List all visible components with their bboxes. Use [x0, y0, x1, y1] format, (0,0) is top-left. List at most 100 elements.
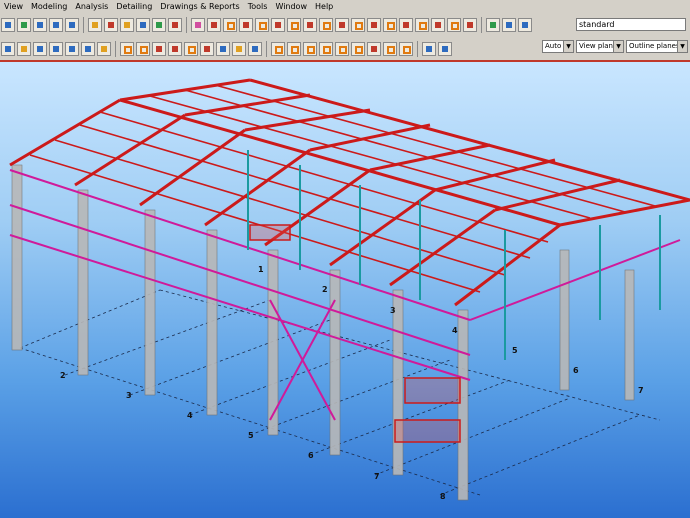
combine-icon[interactable]: [351, 17, 365, 32]
grid-label: 2: [60, 371, 66, 380]
select-weld-icon[interactable]: [49, 41, 63, 56]
grid-labels-back: 1 2 3 4 5 6 7: [258, 265, 644, 395]
menu-help[interactable]: Help: [311, 2, 337, 11]
display-select[interactable]: Outline planes ▼: [626, 40, 688, 53]
menu-modeling[interactable]: Modeling: [27, 2, 71, 11]
snap-center-icon[interactable]: [168, 41, 182, 56]
snap-angle-icon[interactable]: [383, 41, 397, 56]
menu-tools[interactable]: Tools: [244, 2, 272, 11]
grid-label: 7: [638, 386, 644, 395]
menu-bar: View Modeling Analysis Detailing Drawing…: [0, 0, 690, 12]
grid-label: 1: [258, 265, 264, 274]
numbering-icon[interactable]: [223, 17, 237, 32]
selection-mode-select[interactable]: Auto ▼: [542, 40, 574, 53]
view-name-field[interactable]: standard: [576, 18, 686, 31]
grid-label: 6: [308, 451, 314, 460]
chamfer-icon[interactable]: [367, 17, 381, 32]
view-icon[interactable]: [431, 17, 445, 32]
grid-label: 7: [374, 472, 380, 481]
roof-rafters: [9, 78, 690, 307]
grid-label: 4: [187, 411, 193, 420]
toolbar-separator: [417, 40, 418, 57]
toolbar-separator: [266, 40, 267, 57]
save-icon[interactable]: [17, 17, 31, 32]
grid-label: 3: [126, 391, 132, 400]
snap-circle-icon[interactable]: [303, 41, 317, 56]
menu-window[interactable]: Window: [271, 2, 311, 11]
snap-any-icon[interactable]: [248, 41, 262, 56]
wireframe-icon[interactable]: [502, 17, 516, 32]
chevron-down-icon: ▼: [613, 41, 623, 52]
workplane-icon[interactable]: [415, 17, 429, 32]
cut-icon[interactable]: [303, 17, 317, 32]
select-component-icon[interactable]: [81, 41, 95, 56]
selection-mode-value: Auto: [545, 42, 562, 50]
menu-view[interactable]: View: [0, 2, 27, 11]
snap-point-icon[interactable]: [120, 41, 134, 56]
select-assembly-icon[interactable]: [65, 41, 79, 56]
clash-icon[interactable]: [207, 17, 221, 32]
menu-detailing[interactable]: Detailing: [112, 2, 156, 11]
open-icon[interactable]: [1, 17, 15, 32]
grid-label: 6: [573, 366, 579, 375]
model-icon[interactable]: [271, 17, 285, 32]
grid-label: 2: [322, 285, 328, 294]
grid-label: 5: [248, 431, 254, 440]
drawing-icon[interactable]: [239, 17, 253, 32]
snap-edge-icon[interactable]: [335, 41, 349, 56]
rotate-icon[interactable]: [447, 17, 461, 32]
snap-square-icon[interactable]: [271, 41, 285, 56]
snap-line-icon[interactable]: [216, 41, 230, 56]
part-icon[interactable]: [168, 17, 182, 32]
split-icon[interactable]: [335, 17, 349, 32]
bolt-icon[interactable]: [136, 17, 150, 32]
contour-icon[interactable]: [383, 17, 397, 32]
toolbar-separator: [186, 16, 187, 33]
snap-perpendicular-icon[interactable]: [200, 41, 214, 56]
properties-icon[interactable]: [88, 17, 102, 32]
steel-structure-model: 2 3 4 5 6 7 8 1 2 3 4 5 6 7: [9, 78, 690, 501]
select-all-icon[interactable]: [1, 41, 15, 56]
select-bolt-icon[interactable]: [33, 41, 47, 56]
snap-reference-icon[interactable]: [367, 41, 381, 56]
menu-analysis[interactable]: Analysis: [71, 2, 112, 11]
pan-icon[interactable]: [463, 17, 477, 32]
snap-3d-icon[interactable]: [422, 41, 436, 56]
snap-nearest-icon[interactable]: [232, 41, 246, 56]
snap-plane-icon[interactable]: [438, 41, 452, 56]
fitting-icon[interactable]: [319, 17, 333, 32]
section-icon[interactable]: [287, 17, 301, 32]
bracing: [9, 169, 681, 421]
snap-end-icon[interactable]: [136, 41, 150, 56]
chevron-down-icon: ▼: [677, 41, 687, 52]
toolbar-separator: [481, 16, 482, 33]
grid-icon[interactable]: [120, 17, 134, 32]
grid-label: 3: [390, 306, 396, 315]
shaded-icon[interactable]: [518, 17, 532, 32]
assembly-icon[interactable]: [191, 17, 205, 32]
plane-value: View plane: [579, 42, 618, 50]
toolbar-separator: [83, 16, 84, 33]
snap-intersect-icon[interactable]: [184, 41, 198, 56]
render-icon[interactable]: [486, 17, 500, 32]
grid-labels-front: 2 3 4 5 6 7 8: [60, 371, 446, 501]
clip-icon[interactable]: [399, 17, 413, 32]
menu-drawings-reports[interactable]: Drawings & Reports: [156, 2, 243, 11]
grid-label: 8: [440, 492, 446, 501]
zoom-icon[interactable]: [104, 17, 118, 32]
undo-icon[interactable]: [65, 17, 79, 32]
snap-corner-icon[interactable]: [351, 41, 365, 56]
weld-icon[interactable]: [152, 17, 166, 32]
copy-icon[interactable]: [33, 17, 47, 32]
snap-mid-icon[interactable]: [152, 41, 166, 56]
snap-box-icon[interactable]: [287, 41, 301, 56]
toolbar-separator: [115, 40, 116, 57]
select-part-icon[interactable]: [17, 41, 31, 56]
paste-icon[interactable]: [49, 17, 63, 32]
snap-check-icon[interactable]: [399, 41, 413, 56]
report-icon[interactable]: [255, 17, 269, 32]
select-grid-icon[interactable]: [97, 41, 111, 56]
model-viewport[interactable]: 2 3 4 5 6 7 8 1 2 3 4 5 6 7: [0, 62, 690, 518]
plane-select[interactable]: View plane ▼: [576, 40, 624, 53]
snap-triangle-icon[interactable]: [319, 41, 333, 56]
